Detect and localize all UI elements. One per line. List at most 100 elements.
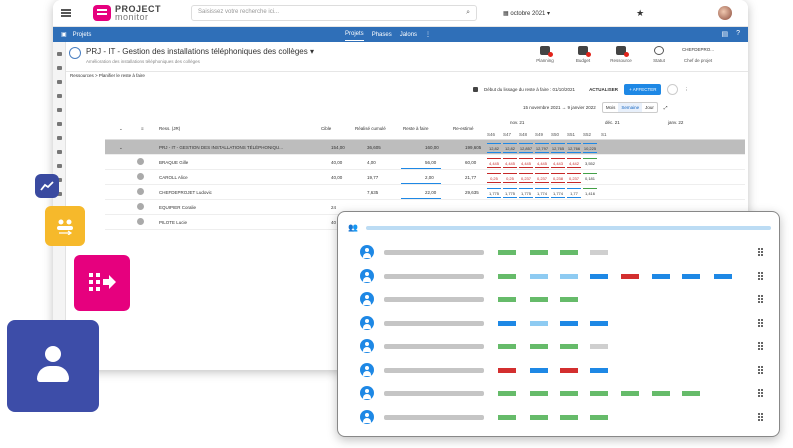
search-icon[interactable]: ⌕ <box>466 9 470 17</box>
header-reestime[interactable]: Re-estimé <box>453 126 474 131</box>
card-row[interactable] <box>338 407 779 429</box>
week-cell[interactable]: 1,774 <box>535 188 549 198</box>
allocation-bar[interactable] <box>682 391 700 396</box>
project-title[interactable]: PRJ - IT - Gestion des installations tél… <box>86 47 314 56</box>
tab-jalons[interactable]: Jalons <box>400 29 417 41</box>
week-cell[interactable]: 3,552 <box>583 158 597 168</box>
header-cible[interactable]: Cible <box>321 126 331 131</box>
card-row[interactable] <box>338 242 779 264</box>
allocation-bar[interactable] <box>590 344 608 349</box>
chef-de-projet[interactable]: CHEFDEPRO... Chef de projet <box>678 47 718 63</box>
week-cell[interactable]: 12,765 <box>551 143 565 153</box>
resource-name[interactable]: PRJ - IT - GESTION DES INSTALLATIONS TÉL… <box>159 145 283 150</box>
breadcrumb[interactable]: Ressources > Planifier le reste à faire <box>70 73 145 78</box>
resource-name[interactable]: CHEFDEPROJET Ludovic <box>159 190 212 195</box>
row-menu-icon[interactable] <box>758 271 763 279</box>
planning-action[interactable]: Planning <box>526 46 564 63</box>
week-cell[interactable]: 0,237 <box>535 173 549 183</box>
week-cell[interactable]: 4,445 <box>519 158 533 168</box>
week-cell[interactable]: 12,857 <box>519 143 533 153</box>
card-row[interactable] <box>338 266 779 288</box>
week-cell[interactable]: 4,442 <box>567 158 581 168</box>
affecter-button[interactable]: + AFFECTER <box>624 84 662 95</box>
week-cell[interactable]: 1,775 <box>519 188 533 198</box>
week-cell[interactable]: 0,25 <box>503 173 517 183</box>
org-icon[interactable] <box>56 94 62 98</box>
filter-icon[interactable]: ≡ <box>141 126 144 131</box>
allocation-bar[interactable] <box>530 320 548 326</box>
allocation-bar[interactable] <box>498 320 516 326</box>
resource-row[interactable]: CHEFDEPROJET Ludovic 7,635 22,00 29,635 1,77… <box>105 185 745 200</box>
week-cell[interactable]: 12,82 <box>503 143 517 153</box>
header-realise[interactable]: Réalisé cumulé <box>355 126 386 131</box>
home-icon[interactable] <box>56 52 62 56</box>
chart-icon[interactable] <box>56 136 62 140</box>
team-icon[interactable] <box>56 108 62 112</box>
raf-value[interactable]: 160,00 <box>425 145 439 150</box>
allocation-bar[interactable] <box>560 297 578 302</box>
allocation-bar[interactable] <box>530 344 548 349</box>
allocation-bar[interactable] <box>530 367 548 373</box>
card-row[interactable] <box>338 383 779 405</box>
allocation-bar[interactable] <box>590 250 608 255</box>
allocation-bar[interactable] <box>714 273 732 279</box>
header-resource[interactable]: Ress. (JR) <box>159 126 180 131</box>
raf-value[interactable]: 56,00 <box>425 160 436 165</box>
card-row[interactable] <box>338 289 779 311</box>
allocation-bar[interactable] <box>621 273 639 279</box>
resource-name[interactable]: EQUIPIER Coralie <box>159 205 196 210</box>
logo[interactable]: PROJECT monitor <box>93 5 161 22</box>
user-avatar[interactable] <box>718 6 733 20</box>
allocation-bar[interactable] <box>590 273 608 279</box>
header-raf[interactable]: Reste à faire <box>403 126 429 131</box>
view-semaine[interactable]: Semaine <box>618 103 643 112</box>
tab-projets[interactable]: Projets <box>345 28 364 41</box>
week-cell[interactable]: 4,445 <box>487 158 501 168</box>
allocation-bar[interactable] <box>560 367 578 373</box>
tabs-more-icon[interactable]: ⋮ <box>425 28 431 41</box>
allocation-bar[interactable] <box>498 391 516 396</box>
allocation-bar[interactable] <box>560 391 578 396</box>
week-cell[interactable]: 12,82 <box>487 143 501 153</box>
stats-icon[interactable] <box>56 164 62 168</box>
help-icon[interactable]: ? <box>736 30 740 38</box>
row-menu-icon[interactable] <box>758 389 763 396</box>
allocation-bar[interactable] <box>530 414 548 420</box>
allocation-bar[interactable] <box>621 391 639 396</box>
allocation-bar[interactable] <box>560 273 578 279</box>
row-menu-icon[interactable] <box>758 342 763 349</box>
allocation-bar[interactable] <box>498 367 516 373</box>
calendar-icon[interactable] <box>56 80 62 84</box>
raf-value[interactable]: 22,00 <box>425 190 436 195</box>
validate-button[interactable] <box>667 84 679 95</box>
actualiser-button[interactable]: ACTUALISER <box>589 87 618 92</box>
week-cell[interactable]: 12,797 <box>535 143 549 153</box>
week-cell[interactable]: 4,445 <box>503 158 517 168</box>
list-icon[interactable] <box>56 150 62 154</box>
week-cell[interactable]: 1,775 <box>503 188 517 198</box>
month-selector[interactable]: ▦ octobre 2021 ▾ <box>503 10 550 17</box>
raf-value[interactable]: 2,00 <box>425 175 434 180</box>
week-cell[interactable]: 0,238 <box>551 173 565 183</box>
resource-row[interactable]: BRAQUE Gille 40,00 4,00 56,00 60,00 4,445 4,44… <box>105 155 745 170</box>
allocation-bar[interactable] <box>530 250 548 255</box>
week-cell[interactable]: 0,237 <box>519 173 533 183</box>
favorite-star-icon[interactable]: ★ <box>636 8 644 19</box>
allocation-bar[interactable] <box>682 273 700 279</box>
allocation-bar[interactable] <box>652 273 670 279</box>
more-icon[interactable]: ⋮ <box>684 87 689 93</box>
date-range[interactable]: 15 novembre 2021 → 9 janvier 2022 <box>523 105 596 110</box>
week-cell[interactable]: 1,775 <box>487 188 501 198</box>
allocation-bar[interactable] <box>530 273 548 279</box>
resource-name[interactable]: CAROLL Alice <box>159 175 188 180</box>
row-menu-icon[interactable] <box>758 365 763 373</box>
budget-action[interactable]: Budget <box>564 46 602 63</box>
allocation-bar[interactable] <box>498 297 516 302</box>
dashboard-icon[interactable] <box>56 66 62 70</box>
allocation-bar[interactable] <box>498 250 516 255</box>
week-cell[interactable]: 4,443 <box>551 158 565 168</box>
week-cell[interactable]: 12,766 <box>567 143 581 153</box>
chat-icon[interactable]: ▤ <box>721 30 728 38</box>
row-menu-icon[interactable] <box>758 412 763 420</box>
allocation-bar[interactable] <box>560 320 578 326</box>
